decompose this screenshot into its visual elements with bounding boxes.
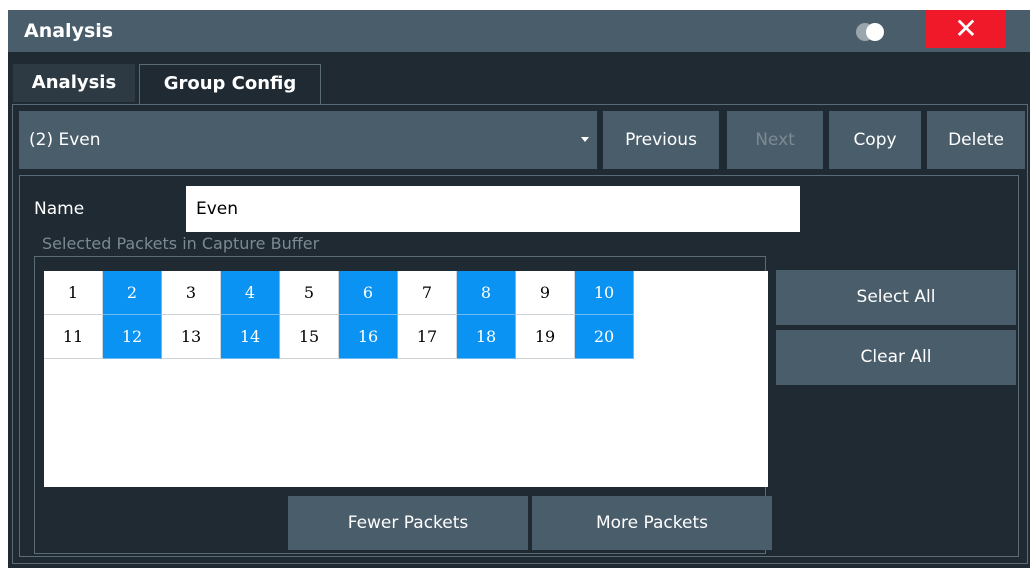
- packet-cell[interactable]: 10: [575, 271, 634, 315]
- packet-grid: 1 2 3 4 5 6 7 8 9 10 11 12 13 14 15 16 1…: [44, 271, 768, 487]
- group-select-value: (2) Even: [29, 130, 101, 150]
- group-settings-area: Name Even Selected Packets in Capture Bu…: [19, 175, 1019, 557]
- packet-cell[interactable]: 11: [44, 315, 103, 359]
- previous-button[interactable]: Previous: [603, 111, 719, 169]
- packet-cell[interactable]: 13: [162, 315, 221, 359]
- packet-cell[interactable]: 19: [516, 315, 575, 359]
- packet-cell[interactable]: 6: [339, 271, 398, 315]
- packet-cell[interactable]: 8: [457, 271, 516, 315]
- packet-cell[interactable]: 15: [280, 315, 339, 359]
- clear-all-button[interactable]: Clear All: [776, 330, 1016, 385]
- packet-cell[interactable]: 2: [103, 271, 162, 315]
- packet-cell[interactable]: 14: [221, 315, 280, 359]
- packet-cell[interactable]: 5: [280, 271, 339, 315]
- delete-button[interactable]: Delete: [927, 111, 1025, 169]
- chevron-down-icon: [581, 137, 589, 142]
- packet-cell[interactable]: 16: [339, 315, 398, 359]
- group-select-dropdown[interactable]: (2) Even: [19, 111, 597, 169]
- packet-cell[interactable]: 9: [516, 271, 575, 315]
- group-config-panel: (2) Even Previous Next Copy Delete Name …: [12, 104, 1028, 564]
- packet-cell[interactable]: 20: [575, 315, 634, 359]
- packet-cell[interactable]: 1: [44, 271, 103, 315]
- close-icon[interactable]: ✕: [926, 10, 1006, 48]
- tab-group-config[interactable]: Group Config: [139, 64, 321, 105]
- packet-cell[interactable]: 7: [398, 271, 457, 315]
- next-button[interactable]: Next: [727, 111, 823, 169]
- title-bar: Analysis ✕: [8, 10, 1030, 52]
- select-all-button[interactable]: Select All: [776, 270, 1016, 325]
- fewer-packets-button[interactable]: Fewer Packets: [288, 496, 528, 550]
- packet-cell[interactable]: 12: [103, 315, 162, 359]
- packet-cell[interactable]: 17: [398, 315, 457, 359]
- packet-cell[interactable]: 4: [221, 271, 280, 315]
- more-packets-button[interactable]: More Packets: [532, 496, 772, 550]
- capture-buffer-label: Selected Packets in Capture Buffer: [42, 234, 320, 253]
- tab-analysis[interactable]: Analysis: [13, 64, 135, 102]
- name-input[interactable]: Even: [186, 186, 800, 232]
- dialog-title: Analysis: [24, 20, 114, 42]
- analysis-dialog: Analysis ✕ Analysis Group Config (2) Eve…: [8, 10, 1030, 568]
- copy-button[interactable]: Copy: [829, 111, 921, 169]
- packet-cell[interactable]: 18: [457, 315, 516, 359]
- display-toggle-icon[interactable]: [856, 23, 892, 41]
- packet-cell[interactable]: 3: [162, 271, 221, 315]
- name-label: Name: [34, 199, 85, 219]
